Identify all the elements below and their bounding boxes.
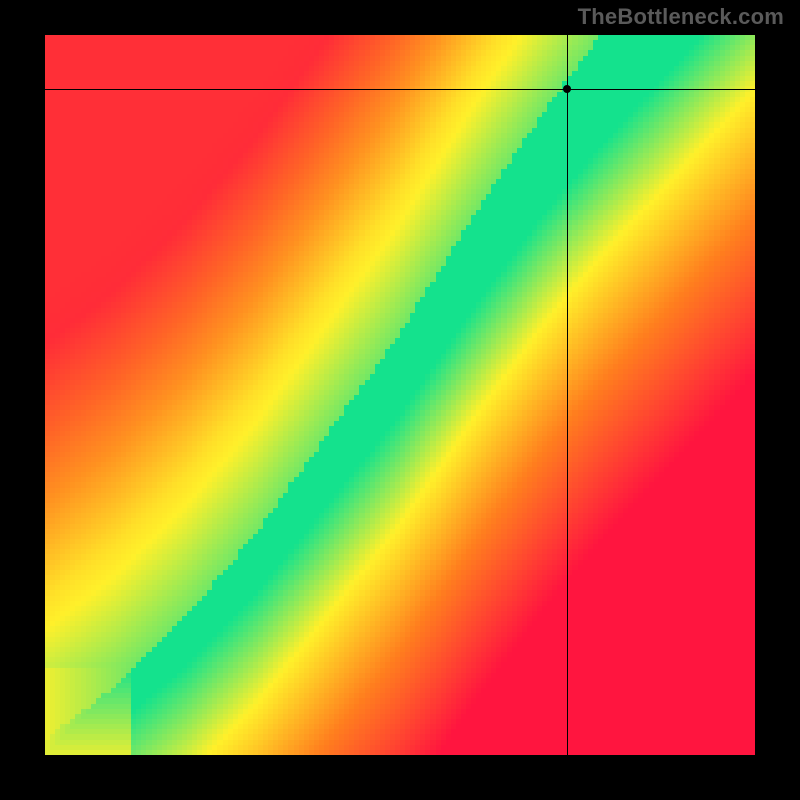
watermark-text: TheBottleneck.com bbox=[578, 4, 784, 30]
selection-marker bbox=[563, 85, 571, 93]
crosshair-vertical bbox=[567, 35, 568, 755]
heatmap-plot bbox=[45, 35, 755, 755]
heatmap-canvas bbox=[45, 35, 755, 755]
chart-frame: TheBottleneck.com bbox=[0, 0, 800, 800]
crosshair-horizontal bbox=[45, 89, 755, 90]
